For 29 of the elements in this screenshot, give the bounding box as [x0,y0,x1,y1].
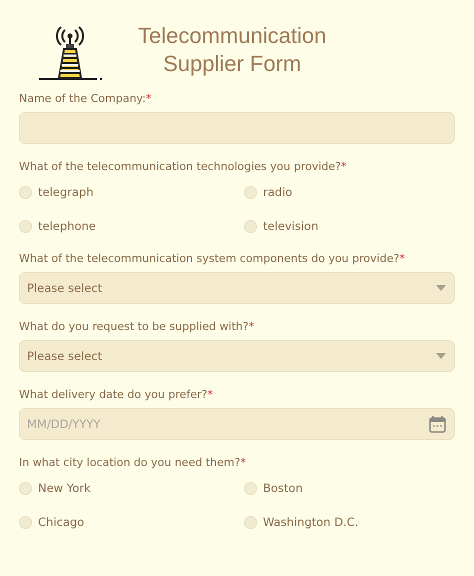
radio-option[interactable]: Boston [244,478,455,498]
calendar-icon [429,415,446,433]
field-label: What of the telecommunication technologies you provide? [19,160,341,173]
required-mark: * [248,320,254,333]
required-mark: * [207,388,213,401]
radio-option[interactable]: radio [244,182,455,202]
radio-tower-icon [37,24,103,82]
field-label: What of the telecommunication system components do you provide? [19,252,400,265]
dropdown[interactable]: Please select [19,340,455,372]
field-label: In what city location do you need them? [19,456,240,469]
required-mark: * [240,456,246,469]
required-mark: * [341,160,346,173]
required-mark: * [146,92,152,105]
caret-icon [436,353,446,359]
input-field[interactable] [19,112,455,144]
field-label: Name of the Company: [19,92,146,105]
radio-option[interactable]: Washington D.C. [244,512,455,532]
form-title: Telecommunication [138,22,326,50]
radio-option[interactable]: New York [19,478,244,498]
field-label: What do you request to be supplied with? [19,320,249,333]
radio-option[interactable]: television [244,216,455,236]
radio-option[interactable]: Chicago [19,512,244,532]
required-mark: * [399,252,405,265]
radio-option[interactable]: telegraph [19,182,244,202]
field-label: What delivery date do you prefer? [19,388,208,401]
dropdown[interactable]: Please select [19,272,455,304]
caret-icon [436,285,446,291]
radio-option[interactable]: telephone [19,216,244,236]
form-title: Supplier Form [163,50,302,78]
